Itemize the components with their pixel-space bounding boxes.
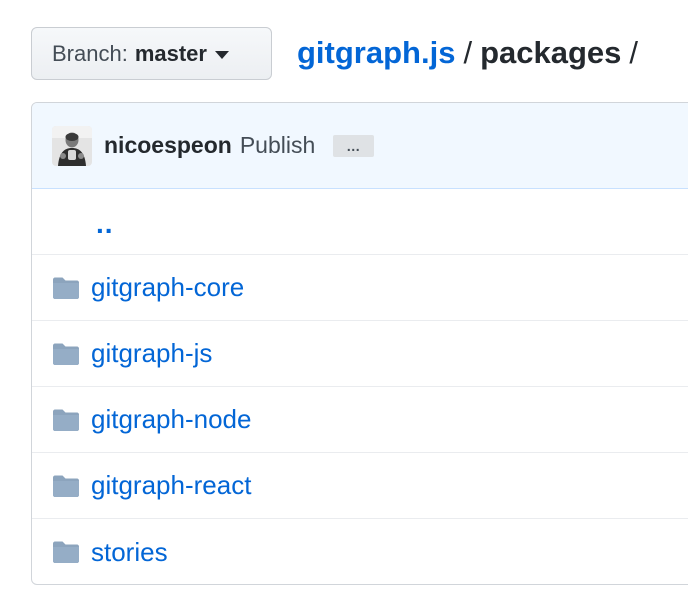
caret-down-icon xyxy=(214,51,229,59)
folder-icon xyxy=(53,541,79,563)
avatar[interactable] xyxy=(52,125,92,166)
commit-message-link[interactable]: Publish xyxy=(240,132,315,159)
folder-icon xyxy=(53,277,79,299)
folder-link[interactable]: gitgraph-js xyxy=(91,338,212,369)
latest-commit-bar: nicoespeon Publish … xyxy=(32,103,688,189)
folder-link[interactable]: gitgraph-core xyxy=(91,272,244,303)
breadcrumb-current-folder: packages xyxy=(480,35,622,70)
folder-link[interactable]: stories xyxy=(91,537,168,568)
parent-directory-row: .. xyxy=(32,189,688,255)
avatar-image xyxy=(52,125,92,166)
file-row: gitgraph-js xyxy=(32,321,688,387)
folder-link[interactable]: gitgraph-node xyxy=(91,404,251,435)
breadcrumb-separator: / xyxy=(463,35,473,70)
folder-link[interactable]: gitgraph-react xyxy=(91,470,251,501)
folder-icon xyxy=(53,409,79,431)
expand-commit-button[interactable]: … xyxy=(333,134,375,157)
folder-icon xyxy=(53,475,79,497)
breadcrumb-trailing-separator: / xyxy=(629,35,639,70)
commit-author-link[interactable]: nicoespeon xyxy=(104,132,232,159)
branch-name: master xyxy=(134,40,207,66)
branch-select-button[interactable]: Branch: master xyxy=(31,27,272,80)
branch-prefix-label: Branch: xyxy=(52,40,128,66)
repo-header: Branch: master gitgraph.js / packages / xyxy=(0,0,688,100)
file-row: gitgraph-node xyxy=(32,387,688,453)
parent-directory-link[interactable]: .. xyxy=(96,208,114,240)
file-row: stories xyxy=(32,519,688,584)
breadcrumb: gitgraph.js / packages / xyxy=(297,32,646,74)
file-list: nicoespeon Publish … .. gitgraph-core gi… xyxy=(31,102,688,585)
file-row: gitgraph-react xyxy=(32,453,688,519)
folder-icon xyxy=(53,343,79,365)
file-row: gitgraph-core xyxy=(32,255,688,321)
breadcrumb-repo-link[interactable]: gitgraph.js xyxy=(297,35,455,70)
